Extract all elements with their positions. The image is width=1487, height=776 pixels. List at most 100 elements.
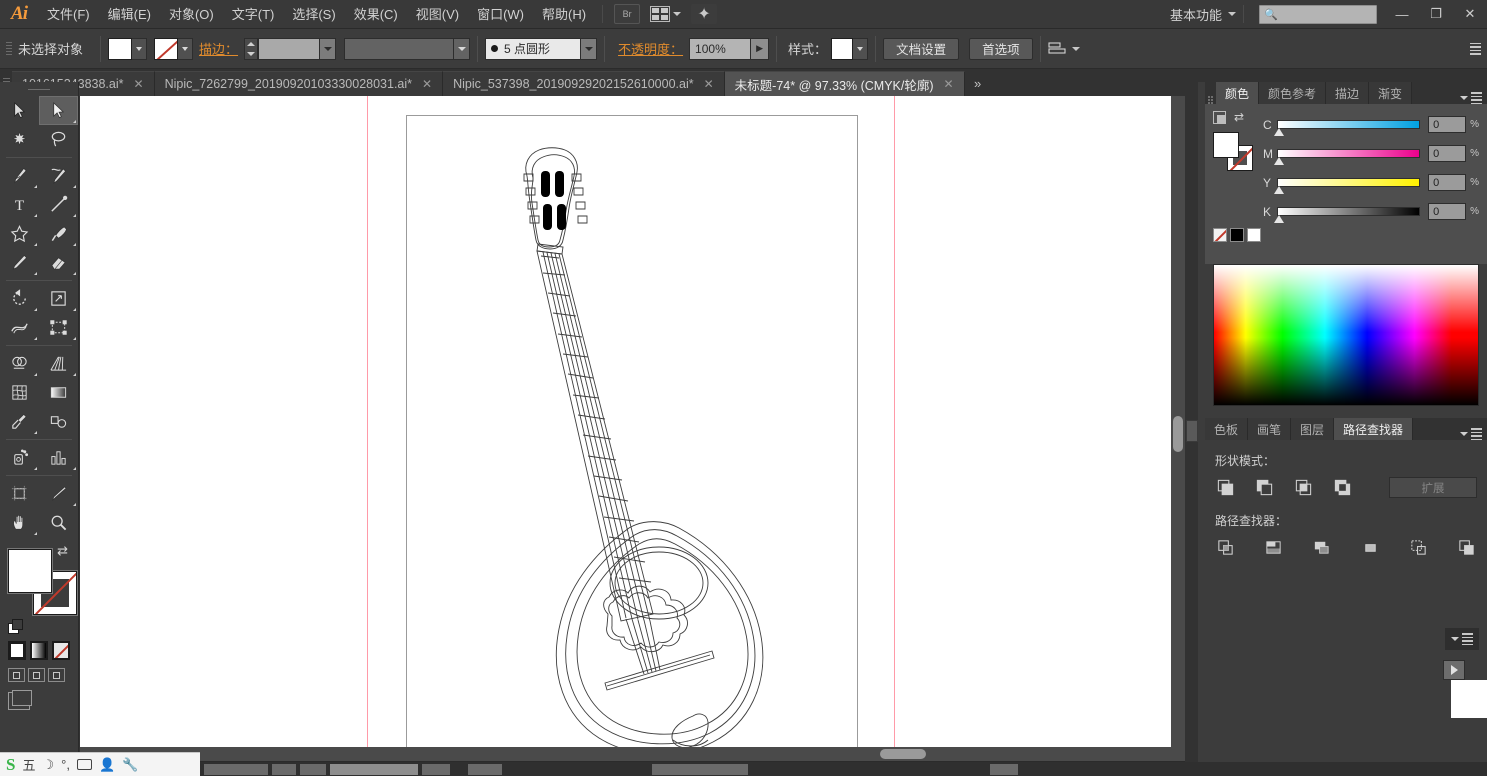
menu-window[interactable]: 窗口(W) [468, 0, 533, 29]
trim-button[interactable] [1263, 537, 1284, 558]
slider-track-m[interactable] [1274, 149, 1421, 165]
color-spectrum[interactable] [1213, 264, 1479, 406]
opacity-dropdown[interactable]: ▶ [751, 37, 770, 60]
swatch-black[interactable] [1230, 228, 1244, 242]
workspace-label[interactable]: 基本功能 [1164, 5, 1228, 24]
opacity-control[interactable]: 100% ▶ [689, 37, 770, 60]
stroke-color-control[interactable] [154, 37, 194, 60]
slider-input-c[interactable]: 0 [1428, 116, 1467, 133]
fill-color-control[interactable] [108, 37, 148, 60]
user-icon[interactable]: 👤 [99, 757, 115, 773]
scrollbar-thumb[interactable] [1173, 416, 1183, 452]
swap-fill-stroke-icon[interactable]: ⇄ [57, 543, 68, 559]
slider-thumb-y[interactable] [1274, 186, 1284, 194]
swatch-white[interactable] [1247, 228, 1261, 242]
panel-group-grip[interactable] [1205, 95, 1216, 104]
panel-tab-brushes[interactable]: 画笔 [1248, 418, 1292, 440]
doc-tab-4[interactable]: 未标题-74* @ 97.33% (CMYK/轮廓) ✕ [724, 71, 965, 96]
close-icon[interactable]: ✕ [944, 77, 954, 91]
shape-builder-tool[interactable] [0, 349, 39, 378]
graphic-style-dropdown[interactable] [853, 37, 869, 60]
slider-thumb-k[interactable] [1274, 215, 1284, 223]
stroke-weight-dropdown[interactable] [320, 37, 337, 60]
align-control[interactable] [1048, 41, 1080, 56]
panel-tab-color[interactable]: 颜色 [1216, 82, 1260, 104]
blend-tool[interactable] [39, 407, 78, 436]
brush-definition-control[interactable]: 5 点圆形 [485, 37, 598, 60]
ime-toolbar[interactable]: S 五 ☽ °, 👤 🔧 [0, 752, 200, 776]
gradient-tool[interactable] [39, 378, 78, 407]
document-setup-button[interactable]: 文档设置 [883, 37, 960, 60]
brush-definition-dropdown[interactable] [581, 37, 598, 60]
stroke-swatch[interactable] [154, 37, 179, 60]
merge-button[interactable] [1311, 537, 1332, 558]
fill-swatch[interactable] [108, 37, 133, 60]
width-tool[interactable] [0, 313, 39, 342]
lasso-tool[interactable] [39, 125, 78, 154]
zoom-tool[interactable] [39, 508, 78, 537]
expand-button[interactable]: 扩展 [1389, 477, 1477, 498]
stroke-profile-dropdown[interactable] [454, 37, 471, 60]
search-input[interactable] [1277, 8, 1372, 20]
direct-selection-tool[interactable] [39, 96, 78, 125]
crop-button[interactable] [1360, 537, 1381, 558]
divide-button[interactable] [1215, 537, 1236, 558]
fill-indicator[interactable] [8, 549, 52, 593]
doc-tab-2[interactable]: Nipic_7262799_20190920103330028031.ai* ✕ [154, 71, 444, 96]
slider-track-k[interactable] [1274, 207, 1421, 223]
close-icon[interactable]: ✕ [422, 77, 432, 91]
punctuation-icon[interactable]: °, [61, 757, 70, 772]
pathfinder-panel-menu-button[interactable] [1460, 428, 1487, 440]
stroke-weight-link[interactable]: 描边： [193, 39, 244, 58]
close-icon[interactable]: ✕ [704, 77, 714, 91]
slider-input-y[interactable]: 0 [1428, 174, 1467, 191]
panel-tab-color-guide[interactable]: 颜色参考 [1259, 82, 1327, 104]
artboard[interactable] [406, 115, 858, 752]
tools-panel-grip[interactable] [0, 82, 78, 96]
draw-behind-icon[interactable] [28, 668, 45, 682]
slider-input-m[interactable]: 0 [1428, 145, 1467, 162]
artboard-tool[interactable] [0, 479, 39, 508]
free-transform-tool[interactable] [39, 313, 78, 342]
exclude-button[interactable] [1332, 477, 1353, 498]
canvas-horizontal-scrollbar[interactable] [80, 747, 1185, 761]
canvas-area[interactable] [80, 96, 1185, 761]
menu-select[interactable]: 选择(S) [283, 0, 344, 29]
doc-tab-3[interactable]: Nipic_537398_20190929202152610000.ai* ✕ [443, 71, 725, 96]
menu-effect[interactable]: 效果(C) [345, 0, 407, 29]
none-mode-icon[interactable] [52, 641, 70, 660]
stroke-dropdown[interactable] [178, 37, 194, 60]
color-panel-menu-button[interactable] [1460, 92, 1487, 104]
scrollbar-thumb[interactable] [880, 749, 926, 759]
preferences-button[interactable]: 首选项 [969, 37, 1033, 60]
control-bar-menu[interactable] [1470, 42, 1487, 55]
keyboard-icon[interactable] [76, 759, 92, 770]
draw-normal-icon[interactable] [8, 668, 25, 682]
intersect-button[interactable] [1293, 477, 1314, 498]
stroke-profile-control[interactable] [344, 37, 471, 60]
shape-tool[interactable] [0, 219, 39, 248]
opacity-value[interactable]: 100% [689, 37, 752, 60]
graphic-style-control[interactable] [831, 37, 869, 60]
magic-wand-tool[interactable] [0, 125, 39, 154]
graphic-style-swatch[interactable] [831, 37, 854, 60]
default-fill-stroke-icon[interactable] [8, 619, 24, 635]
eyedropper-tool[interactable] [0, 407, 39, 436]
minus-back-button[interactable] [1456, 537, 1477, 558]
unite-button[interactable] [1215, 477, 1236, 498]
dock-grip[interactable] [1198, 82, 1205, 776]
pencil-tool[interactable] [0, 248, 39, 277]
restore-button[interactable]: ❐ [1419, 0, 1453, 29]
stroke-weight-stepper[interactable] [244, 37, 259, 60]
bridge-icon[interactable]: Br [614, 4, 641, 24]
panel-tab-layers[interactable]: 图层 [1291, 418, 1335, 440]
minus-front-button[interactable] [1254, 477, 1275, 498]
control-bar-grip[interactable] [4, 36, 14, 62]
menu-view[interactable]: 视图(V) [407, 0, 468, 29]
chevron-down-icon[interactable] [1071, 46, 1080, 51]
brush-definition-value[interactable]: 5 点圆形 [485, 37, 582, 60]
color-panel-fill-swatch[interactable] [1213, 132, 1239, 158]
column-graph-tool[interactable] [39, 443, 78, 472]
color-mode-icon[interactable] [8, 641, 27, 660]
opacity-link[interactable]: 不透明度： [612, 39, 689, 58]
